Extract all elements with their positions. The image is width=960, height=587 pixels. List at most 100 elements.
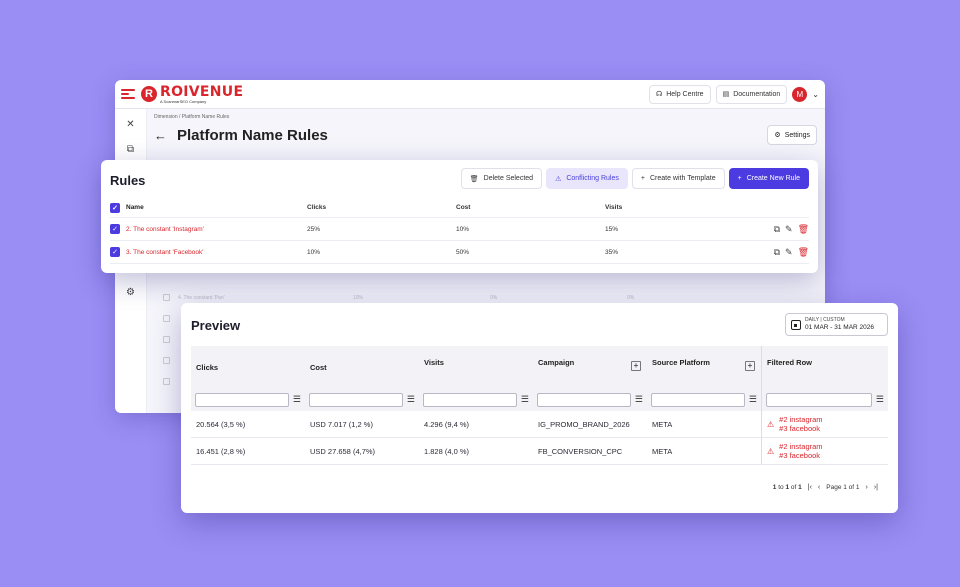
table-row: 20.564 (3,5 %) USD 7.017 (1,2 %) 4.296 (… bbox=[191, 411, 888, 438]
rule-name: 4. The constant 'Pan' bbox=[178, 294, 225, 301]
column-clicks: Clicks bbox=[307, 204, 327, 211]
trash-icon: 🗑 bbox=[469, 175, 479, 183]
book-icon: ▤ bbox=[722, 91, 730, 98]
warning-icon: ⚠ bbox=[555, 175, 562, 183]
edit-icon[interactable]: ✎ bbox=[785, 224, 793, 235]
filter-input[interactable] bbox=[195, 392, 289, 407]
preview-title: Preview bbox=[191, 318, 241, 333]
row-checkbox[interactable]: ✓ bbox=[110, 224, 120, 234]
last-page-icon[interactable]: ›| bbox=[874, 484, 878, 491]
dimension-icon[interactable]: ⧉ bbox=[127, 144, 134, 155]
table-row: ✓ 3. The constant 'Facebook' 10% 50% 35%… bbox=[110, 241, 809, 264]
menu-icon[interactable] bbox=[121, 89, 135, 99]
cost-value: 10% bbox=[456, 225, 470, 233]
column-campaign-label: Campaign bbox=[538, 358, 575, 367]
filter-icon[interactable]: ☰ bbox=[407, 394, 415, 405]
help-centre-button[interactable]: ☊ Help Centre bbox=[649, 84, 711, 104]
copy-icon[interactable]: ⧉ bbox=[774, 247, 780, 258]
avatar[interactable]: M bbox=[792, 86, 808, 102]
edit-icon[interactable]: ✎ bbox=[785, 247, 793, 258]
filtered-rule-tag: #2 instagram bbox=[779, 442, 823, 451]
filter-input[interactable] bbox=[766, 392, 872, 407]
expand-icon[interactable]: + bbox=[745, 361, 755, 371]
cost-value: USD 7.017 (1,2 %) bbox=[310, 419, 373, 429]
page-indicator: Page 1 of 1 bbox=[826, 484, 860, 491]
filter-input[interactable] bbox=[309, 392, 403, 407]
column-name: Name bbox=[126, 204, 144, 211]
rule-name-link[interactable]: 2. The constant 'Instagram' bbox=[126, 226, 204, 233]
filter-icon[interactable]: ☰ bbox=[521, 394, 529, 405]
filter-input[interactable] bbox=[537, 392, 631, 407]
table-row: 16.451 (2,8 %) USD 27.658 (4,7%) 1.828 (… bbox=[191, 438, 888, 465]
column-visits[interactable]: Visits bbox=[419, 346, 533, 388]
conflicting-rules-button[interactable]: ⚠ Conflicting Rules bbox=[546, 168, 628, 189]
headset-icon: ☊ bbox=[656, 91, 663, 98]
visits-value: 1.828 (4,0 %) bbox=[424, 446, 470, 456]
settings-button[interactable]: ⚙ Settings bbox=[767, 125, 817, 145]
rules-table: ✓ Name Clicks Cost Visits ✓ 2. The const… bbox=[110, 198, 809, 264]
delete-selected-button[interactable]: 🗑 Delete Selected bbox=[460, 168, 543, 189]
row-checkbox[interactable] bbox=[163, 294, 170, 301]
date-range: 01 MAR - 31 MAR 2026 bbox=[805, 323, 875, 331]
logo: R ROIVENUE A ScanmarSEO Company bbox=[141, 85, 243, 104]
row-checkbox[interactable] bbox=[163, 357, 170, 364]
filtered-row-cell: ⚠ #2 instagram #3 facebook bbox=[761, 438, 888, 464]
back-arrow-icon[interactable]: ← bbox=[154, 128, 167, 143]
delete-selected-label: Delete Selected bbox=[483, 175, 534, 182]
date-range-picker[interactable]: DAILY | CUSTOM 01 MAR - 31 MAR 2026 bbox=[785, 313, 888, 336]
rule-name-link[interactable]: 3. The constant 'Facebook' bbox=[126, 249, 204, 256]
plus-icon: + bbox=[640, 175, 645, 182]
column-visits: Visits bbox=[605, 204, 623, 211]
column-cost[interactable]: Cost bbox=[305, 346, 419, 388]
row-checkbox[interactable] bbox=[163, 336, 170, 343]
filter-icon[interactable]: ☰ bbox=[635, 394, 643, 405]
logo-mark-icon: R bbox=[141, 86, 157, 102]
row-checkbox[interactable] bbox=[163, 378, 170, 385]
filter-input[interactable] bbox=[651, 392, 745, 407]
close-icon[interactable]: ✕ bbox=[126, 119, 134, 130]
conflicting-rules-label: Conflicting Rules bbox=[566, 175, 619, 182]
filter-icon[interactable]: ☰ bbox=[749, 394, 757, 405]
create-new-rule-button[interactable]: + Create New Rule bbox=[728, 168, 809, 189]
clicks-value: 16.451 (2,8 %) bbox=[196, 446, 246, 456]
filter-row: ☰ ☰ ☰ ☰ ☰ ☰ bbox=[191, 388, 888, 411]
row-checkbox[interactable] bbox=[163, 315, 170, 322]
expand-icon[interactable]: + bbox=[631, 361, 641, 371]
delete-icon[interactable]: 🗑 bbox=[798, 247, 809, 258]
preview-panel: Preview DAILY | CUSTOM 01 MAR - 31 MAR 2… bbox=[181, 303, 898, 513]
column-cost: Cost bbox=[456, 204, 471, 211]
next-page-icon[interactable]: › bbox=[866, 484, 868, 491]
rules-panel: Rules 🗑 Delete Selected ⚠ Conflicting Ru… bbox=[101, 160, 818, 273]
first-page-icon[interactable]: |‹ bbox=[808, 484, 812, 491]
copy-icon[interactable]: ⧉ bbox=[774, 224, 780, 235]
top-bar: R ROIVENUE A ScanmarSEO Company ☊ Help C… bbox=[115, 80, 825, 109]
settings-label: Settings bbox=[784, 131, 810, 139]
platform-value: META bbox=[652, 419, 673, 429]
row-checkbox[interactable]: ✓ bbox=[110, 247, 120, 257]
filter-icon[interactable]: ☰ bbox=[876, 394, 884, 405]
documentation-button[interactable]: ▤ Documentation bbox=[715, 84, 788, 104]
visits-value: 0% bbox=[627, 294, 635, 301]
prev-page-icon[interactable]: ‹ bbox=[818, 484, 820, 491]
plus-icon: + bbox=[737, 175, 742, 182]
breadcrumb: Dimension / Platform Name Rules bbox=[154, 114, 230, 120]
delete-icon[interactable]: 🗑 bbox=[798, 224, 809, 235]
column-campaign[interactable]: Campaign + bbox=[533, 346, 647, 388]
table-header: ✓ Name Clicks Cost Visits bbox=[110, 198, 809, 218]
chevron-down-icon[interactable]: ⌄ bbox=[812, 90, 819, 99]
clicks-value: 25% bbox=[307, 225, 321, 233]
filter-input[interactable] bbox=[423, 392, 517, 407]
filter-icon[interactable]: ☰ bbox=[293, 394, 301, 405]
column-filtered-row[interactable]: Filtered Row bbox=[761, 346, 888, 388]
row-range: 1 to 1 of 1 bbox=[772, 484, 802, 491]
column-source-platform[interactable]: Source Platform + bbox=[647, 346, 761, 388]
clicks-value: 20.564 (3,5 %) bbox=[196, 419, 246, 429]
select-all-checkbox[interactable]: ✓ bbox=[110, 202, 120, 213]
gear-icon[interactable]: ⚙ bbox=[126, 287, 135, 298]
create-with-template-label: Create with Template bbox=[649, 175, 716, 182]
column-clicks[interactable]: Clicks bbox=[191, 346, 305, 388]
cost-value: 0% bbox=[490, 294, 498, 301]
create-with-template-button[interactable]: + Create with Template bbox=[631, 168, 725, 189]
brand-sub: A ScanmarSEO Company bbox=[160, 98, 207, 104]
filtered-row-cell: ⚠ #2 instagram #3 facebook bbox=[761, 411, 888, 437]
